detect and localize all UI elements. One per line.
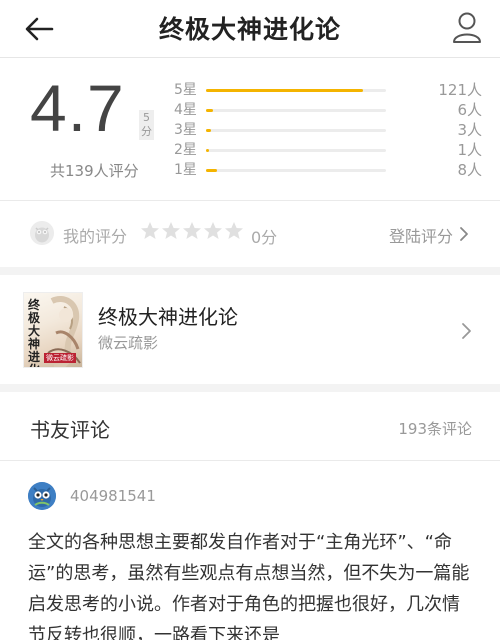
book-title: 终极大神进化论 <box>98 305 238 329</box>
star-icon[interactable] <box>203 221 223 241</box>
star-icon[interactable] <box>161 221 181 241</box>
rating-bar-track <box>206 169 386 172</box>
user-profile-icon[interactable] <box>452 11 482 43</box>
review-text: 全文的各种思想主要都发自作者对于“主角光环”、“命运”的思考，虽然有些观点有点想… <box>28 532 470 640</box>
rating-bar-1: 1星 8人 <box>168 161 482 181</box>
average-score: 4.7 <box>30 71 125 145</box>
book-cover[interactable]: 终极大神进化论 微云疏影 <box>23 292 83 368</box>
rating-bar-count: 121人 <box>438 81 482 99</box>
rating-bar-5: 5星 121人 <box>168 81 482 101</box>
my-rating-value: 0分 <box>251 228 278 247</box>
rating-bar-label: 5星 <box>174 82 197 98</box>
rating-bar-label: 1星 <box>174 162 197 178</box>
owl-avatar-icon <box>30 221 54 245</box>
rating-summary: 4.7 5分 共139人评分 5星 121人 4星 6人 3星 3人 2星 1人… <box>0 59 500 199</box>
book-card[interactable]: 终极大神进化论 微云疏影 终极大神进化论 微云疏影 <box>0 276 500 384</box>
total-raters: 共139人评分 <box>50 162 139 180</box>
book-author: 微云疏影 <box>98 334 159 352</box>
rating-bar-fill <box>206 129 212 132</box>
owl-avatar-icon[interactable] <box>28 482 56 510</box>
rating-bar-fill <box>206 89 363 92</box>
my-rating-label: 我的评分 <box>63 227 128 246</box>
my-rating-row[interactable]: 我的评分 0分 登陆评分 <box>0 201 500 267</box>
my-rating-stars[interactable] <box>140 221 245 245</box>
top-bar: 终极大神进化论 <box>0 0 500 58</box>
rating-bar-track <box>206 149 386 152</box>
score-scale-badge: 5分 <box>139 110 154 140</box>
review-item[interactable]: 404981541 全文的各种思想主要都发自作者对于“主角光环”、“命运”的思考… <box>0 462 500 640</box>
page-title: 终极大神进化论 <box>158 15 341 44</box>
rating-bar-label: 2星 <box>174 142 197 158</box>
cover-title-art: 终极大神进化论 <box>28 298 41 368</box>
rating-bar-fill <box>206 109 214 112</box>
rating-bar-count: 8人 <box>457 161 482 179</box>
rating-bar-count: 1人 <box>457 141 482 159</box>
rating-bar-4: 4星 6人 <box>168 101 482 121</box>
rating-bar-fill <box>206 169 217 172</box>
reviews-title: 书友评论 <box>30 418 110 442</box>
rating-distribution: 5星 121人 4星 6人 3星 3人 2星 1人 1星 8人 <box>168 81 482 181</box>
section-gap <box>0 267 500 275</box>
cover-author-stamp: 微云疏影 <box>44 353 76 363</box>
star-icon[interactable] <box>224 221 244 241</box>
rating-bar-track <box>206 109 386 112</box>
rating-bar-count: 3人 <box>457 121 482 139</box>
rating-bar-label: 3星 <box>174 122 197 138</box>
login-to-rate-button[interactable]: 登陆评分 <box>389 223 453 247</box>
rating-bar-track <box>206 129 386 132</box>
reviewer-name[interactable]: 404981541 <box>70 487 156 505</box>
star-icon[interactable] <box>140 221 160 241</box>
rating-bar-label: 4星 <box>174 102 197 118</box>
star-icon[interactable] <box>182 221 202 241</box>
rating-bar-count: 6人 <box>457 101 482 119</box>
rating-bar-fill <box>206 149 209 152</box>
rating-bar-track <box>206 89 386 92</box>
reviews-count[interactable]: 193条评论 <box>398 418 472 439</box>
reviews-header: 书友评论 193条评论 <box>0 393 500 461</box>
rating-bar-3: 3星 3人 <box>168 121 482 141</box>
chevron-right-icon[interactable] <box>458 226 470 242</box>
rating-bar-2: 2星 1人 <box>168 141 482 161</box>
section-gap <box>0 384 500 392</box>
chevron-right-icon[interactable] <box>460 322 472 340</box>
